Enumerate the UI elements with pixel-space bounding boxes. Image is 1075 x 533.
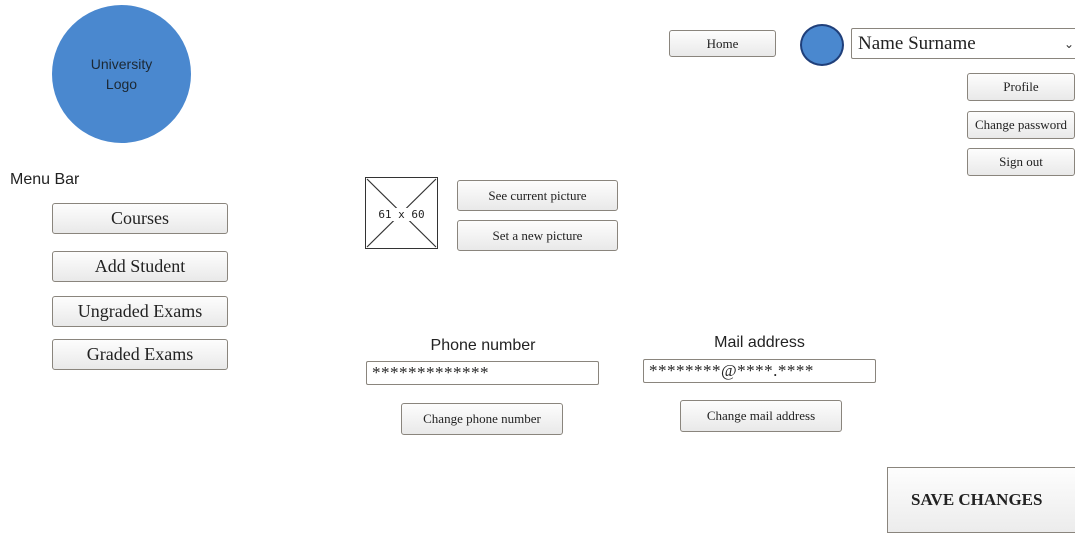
chevron-down-icon[interactable]: ⌄ xyxy=(1052,29,1074,58)
mail-address-label: Mail address xyxy=(714,334,805,351)
user-avatar[interactable] xyxy=(800,24,844,66)
mail-address-field[interactable]: ********@****.**** xyxy=(643,359,876,383)
menu-graded-exams-button[interactable]: Graded Exams xyxy=(52,339,228,370)
set-new-picture-button[interactable]: Set a new picture xyxy=(457,220,618,251)
profile-picture-placeholder: 61 x 60 xyxy=(365,177,438,249)
logo-text-line1: University xyxy=(90,56,153,72)
phone-number-label: Phone number xyxy=(430,337,536,354)
placeholder-size-label: 61 x 60 xyxy=(376,208,427,221)
save-changes-button[interactable]: SAVE CHANGES xyxy=(887,467,1075,533)
logo-text-line2: Logo xyxy=(105,76,138,92)
change-phone-number-button[interactable]: Change phone number xyxy=(401,403,563,435)
change-mail-address-button[interactable]: Change mail address xyxy=(680,400,842,432)
menu-ungraded-exams-button[interactable]: Ungraded Exams xyxy=(52,296,228,327)
university-logo: University Logo xyxy=(52,5,191,143)
phone-number-field[interactable]: ************* xyxy=(366,361,599,385)
menu-add-student-button[interactable]: Add Student xyxy=(52,251,228,282)
user-name-value: Name Surname xyxy=(858,32,976,54)
sign-out-button[interactable]: Sign out xyxy=(967,148,1075,176)
see-current-picture-button[interactable]: See current picture xyxy=(457,180,618,211)
home-button[interactable]: Home xyxy=(669,30,776,57)
user-name-dropdown[interactable]: Name Surname ⌄ xyxy=(851,28,1075,59)
profile-button[interactable]: Profile xyxy=(967,73,1075,101)
menu-bar-title: Menu Bar xyxy=(10,171,80,188)
menu-courses-button[interactable]: Courses xyxy=(52,203,228,234)
change-password-button[interactable]: Change password xyxy=(967,111,1075,139)
